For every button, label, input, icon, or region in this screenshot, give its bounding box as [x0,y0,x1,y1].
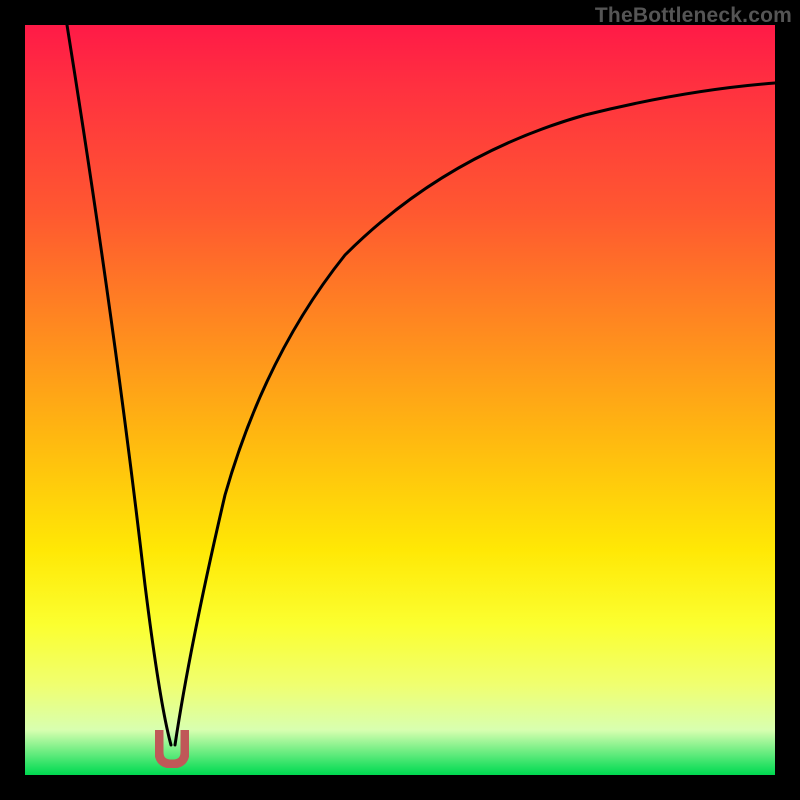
min-marker [155,730,189,768]
chart-frame: TheBottleneck.com [0,0,800,800]
attribution-label: TheBottleneck.com [595,4,792,28]
u-shape-icon [159,730,185,764]
curve-right-branch [175,83,775,745]
gradient-plot-area [25,25,775,775]
curve-left-branch [67,25,171,745]
bottleneck-curve [25,25,775,775]
